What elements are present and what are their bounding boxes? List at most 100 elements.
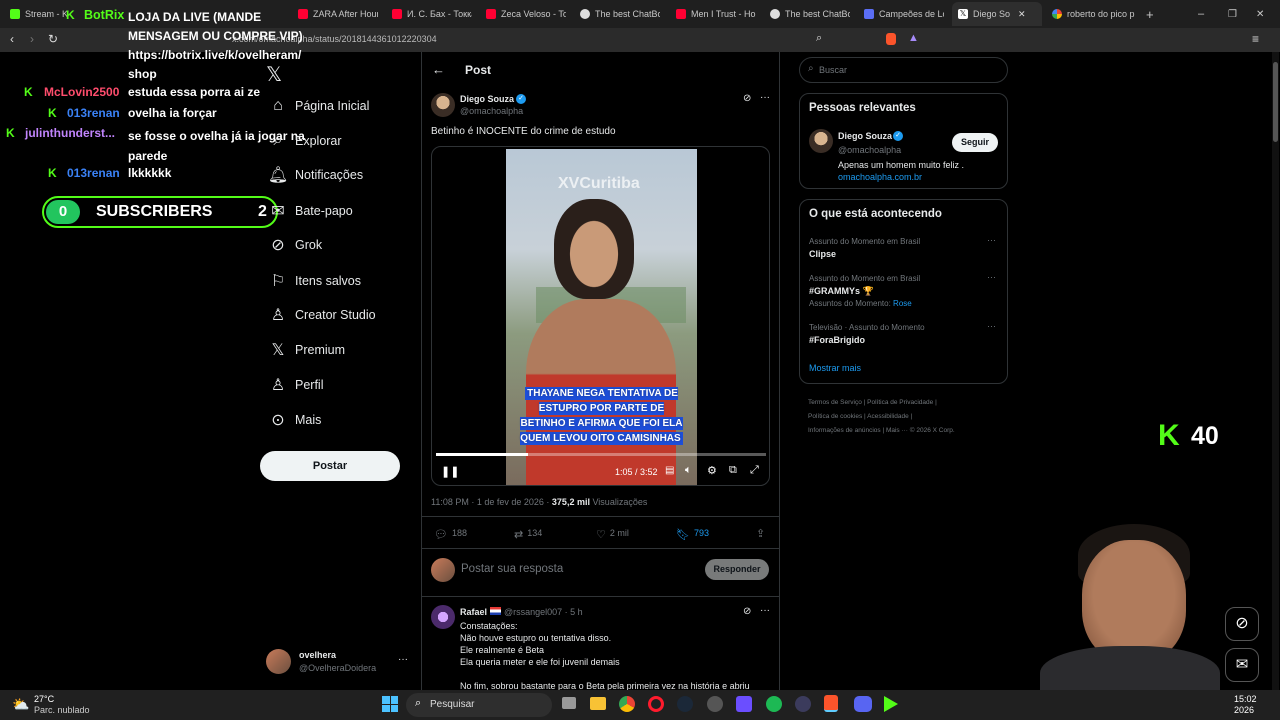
tab-bach[interactable]: И. С. Бах - Токка xyxy=(392,4,472,24)
reply-author-name[interactable]: Rafael xyxy=(460,607,487,617)
more-dots-icon[interactable]: ··· xyxy=(987,321,996,331)
fullscreen-icon[interactable]: ⤢ xyxy=(750,464,759,477)
video-player[interactable]: XVCuritiba THAYANE NEGA TENTATIVA DE EST… xyxy=(431,146,770,486)
scrollbar-thumb[interactable] xyxy=(1273,62,1278,142)
trend-item[interactable]: Assunto do Momento em Brasil Clipse ··· xyxy=(809,235,1004,259)
trend-item[interactable]: Televisão · Assunto do Momento #ForaBrig… xyxy=(809,321,1004,345)
tab-chatbot-1[interactable]: The best ChatBot xyxy=(580,4,660,24)
reply-input[interactable]: Postar sua resposta xyxy=(461,563,563,575)
nav-premium[interactable]: 𝕏 Premium xyxy=(268,339,345,361)
close-tab-icon[interactable]: ✕ xyxy=(1018,9,1026,20)
back-icon[interactable]: ‹ xyxy=(10,32,14,46)
nav-notifications[interactable]: 🔔︎ Notificações xyxy=(268,164,363,186)
reply-action[interactable]: 💬︎ 188 xyxy=(434,528,467,541)
author-avatar[interactable] xyxy=(431,93,455,117)
person-name[interactable]: Diego Souza xyxy=(838,131,892,141)
grok-icon[interactable]: ⊘ xyxy=(743,93,751,104)
picture-in-picture-icon[interactable]: ⧉ xyxy=(729,464,737,477)
spotify-icon[interactable] xyxy=(766,696,782,712)
app-grid-icon[interactable] xyxy=(736,696,752,712)
zoom-icon[interactable]: ⌕ xyxy=(816,32,822,45)
profile-icon: ♙ xyxy=(270,377,286,394)
nav-chat[interactable]: ✉ Bate-papo xyxy=(268,200,352,222)
post-button[interactable]: Postar xyxy=(260,451,400,481)
minimize-button[interactable]: – xyxy=(1198,4,1210,24)
person-link[interactable]: omachoalpha.com.br xyxy=(838,172,922,182)
maximize-button[interactable]: ❐ xyxy=(1228,4,1240,24)
reply-button[interactable]: Responder xyxy=(705,559,769,580)
more-dots-icon[interactable]: ··· xyxy=(987,235,996,245)
tab-men-i-trust[interactable]: Men I Trust - Hou xyxy=(676,4,756,24)
follow-button[interactable]: Seguir xyxy=(952,133,998,152)
tab-zeca[interactable]: Zeca Veloso - To xyxy=(486,4,566,24)
tab-campeoes[interactable]: Campeões de Lol xyxy=(864,4,944,24)
settings-gear-icon[interactable]: ⚙ xyxy=(707,464,717,477)
nav-home[interactable]: ⌂ Página Inicial xyxy=(268,95,369,117)
close-window-button[interactable]: ✕ xyxy=(1256,4,1268,24)
nav-grok[interactable]: ⊘ Grok xyxy=(268,234,322,256)
grok-float-icon[interactable]: ⊘ xyxy=(1225,607,1259,641)
reload-icon[interactable]: ↻ xyxy=(48,32,58,46)
tab-roberto[interactable]: roberto do pico p xyxy=(1052,4,1136,24)
app-icon[interactable] xyxy=(707,696,723,712)
messages-icon[interactable]: ✉ xyxy=(1225,648,1259,682)
more-dots-icon[interactable]: ··· xyxy=(760,605,770,616)
reply-author-avatar[interactable] xyxy=(431,605,455,629)
repost-action[interactable]: ⇄ 134 xyxy=(514,528,542,541)
brave-rewards-icon[interactable]: ▲ xyxy=(908,32,919,44)
author-name[interactable]: Diego Souza xyxy=(460,94,514,104)
discord-icon[interactable] xyxy=(854,696,872,712)
like-action[interactable]: ♡ 2 mil xyxy=(596,528,629,541)
more-dots-icon[interactable]: ··· xyxy=(987,272,996,282)
show-more-link[interactable]: Mostrar mais xyxy=(809,363,861,373)
tab-diego-souza[interactable]: 𝕏 Diego So ✕ xyxy=(952,2,1042,26)
windows-start-icon[interactable] xyxy=(382,696,398,712)
app-icon[interactable] xyxy=(795,696,811,712)
footer-link[interactable]: Política de Privacidade xyxy=(867,399,933,406)
trend-item[interactable]: Assunto do Momento em Brasil #GRAMMYs 🏆 … xyxy=(809,272,1004,308)
taskbar-search-input[interactable]: Pesquisar xyxy=(430,699,474,710)
bookmark-action[interactable]: 🔖︎ 793 xyxy=(676,528,709,541)
search-input[interactable]: Buscar xyxy=(819,65,847,75)
nav-explore[interactable]: ⌕ Explorar xyxy=(268,130,342,152)
footer-link[interactable]: Política de cookies xyxy=(808,413,862,420)
back-arrow-icon[interactable]: ← xyxy=(432,62,445,77)
person-avatar[interactable] xyxy=(809,129,833,153)
file-explorer-icon[interactable] xyxy=(590,697,606,710)
trend-extra-link[interactable]: Rose xyxy=(893,299,912,308)
footer-link[interactable]: Informações de anúncios xyxy=(808,427,881,434)
nav-profile[interactable]: ♙ Perfil xyxy=(268,374,324,396)
more-dots-icon[interactable]: ··· xyxy=(760,92,770,103)
page-scrollbar[interactable] xyxy=(1272,52,1279,690)
chrome-icon[interactable] xyxy=(619,696,635,712)
footer-link[interactable]: Termos de Serviço xyxy=(808,399,862,406)
pause-icon[interactable]: ❚❚ xyxy=(441,465,459,478)
account-switcher[interactable]: ovelhera @OvelheraDoidera ··· xyxy=(266,648,410,676)
footer-link[interactable]: Mais ··· xyxy=(886,427,908,434)
footer-link[interactable]: Acessibilidade xyxy=(867,413,909,420)
steam-icon[interactable] xyxy=(677,696,693,712)
taskbar-search[interactable]: ⌕ Pesquisar xyxy=(406,693,552,717)
brave-shield-icon[interactable] xyxy=(886,33,896,45)
nav-bookmarks[interactable]: ⚐ Itens salvos xyxy=(268,270,361,292)
nav-more[interactable]: ⊙ Mais xyxy=(268,409,321,431)
kick-app-icon[interactable] xyxy=(884,696,898,712)
forward-icon[interactable]: › xyxy=(30,32,34,46)
captions-icon[interactable]: ▤ xyxy=(665,465,674,476)
x-logo-icon[interactable]: 𝕏 xyxy=(266,62,282,87)
task-view-icon[interactable] xyxy=(562,697,576,709)
opera-icon[interactable] xyxy=(648,696,664,712)
nav-creator-studio[interactable]: ♙ Creator Studio xyxy=(268,304,376,326)
author-handle[interactable]: @omachoalpha xyxy=(460,106,523,116)
menu-icon[interactable]: ≡ xyxy=(1252,32,1259,46)
search-box[interactable]: ⌕ Buscar xyxy=(799,57,1008,83)
person-handle: @omachoalpha xyxy=(838,145,902,155)
volume-icon[interactable]: 🔈︎ xyxy=(685,464,692,477)
share-icon[interactable]: ⇪ xyxy=(756,527,765,540)
tab-chatbot-2[interactable]: The best ChatBot xyxy=(770,4,850,24)
grok-icon[interactable]: ⊘ xyxy=(743,606,751,617)
reply-line: Constatações: xyxy=(460,621,518,631)
new-tab-button[interactable]: + xyxy=(1146,4,1158,24)
video-progress-track[interactable] xyxy=(436,453,766,456)
brave-icon[interactable] xyxy=(824,695,838,712)
